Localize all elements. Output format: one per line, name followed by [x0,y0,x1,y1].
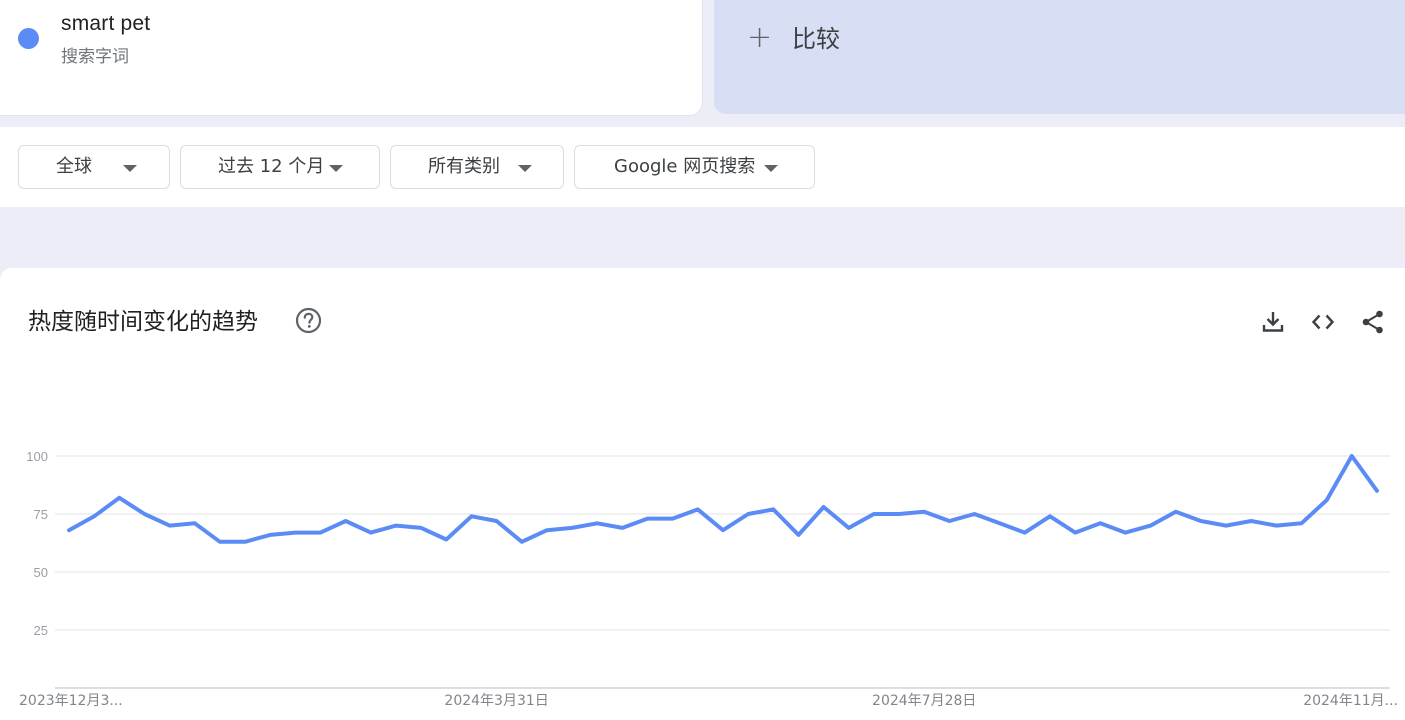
x-tick-label: 2024年7月28日 [872,693,976,709]
x-tick-label: 2023年12月3... [19,693,123,709]
series-line-0 [67,454,1379,544]
x-tick-label: 2024年3月31日 [444,693,548,709]
y-tick-label: 75 [34,507,48,522]
y-tick-label: 25 [34,623,48,638]
x-tick-label: 2024年11月... [1303,693,1398,709]
y-tick-label: 50 [34,565,48,580]
interest-line-chart: 25 50 75 100 2023年12月3... 2024年3月31日 2024年7月28… [19,449,1398,709]
y-tick-label: 100 [26,449,48,464]
